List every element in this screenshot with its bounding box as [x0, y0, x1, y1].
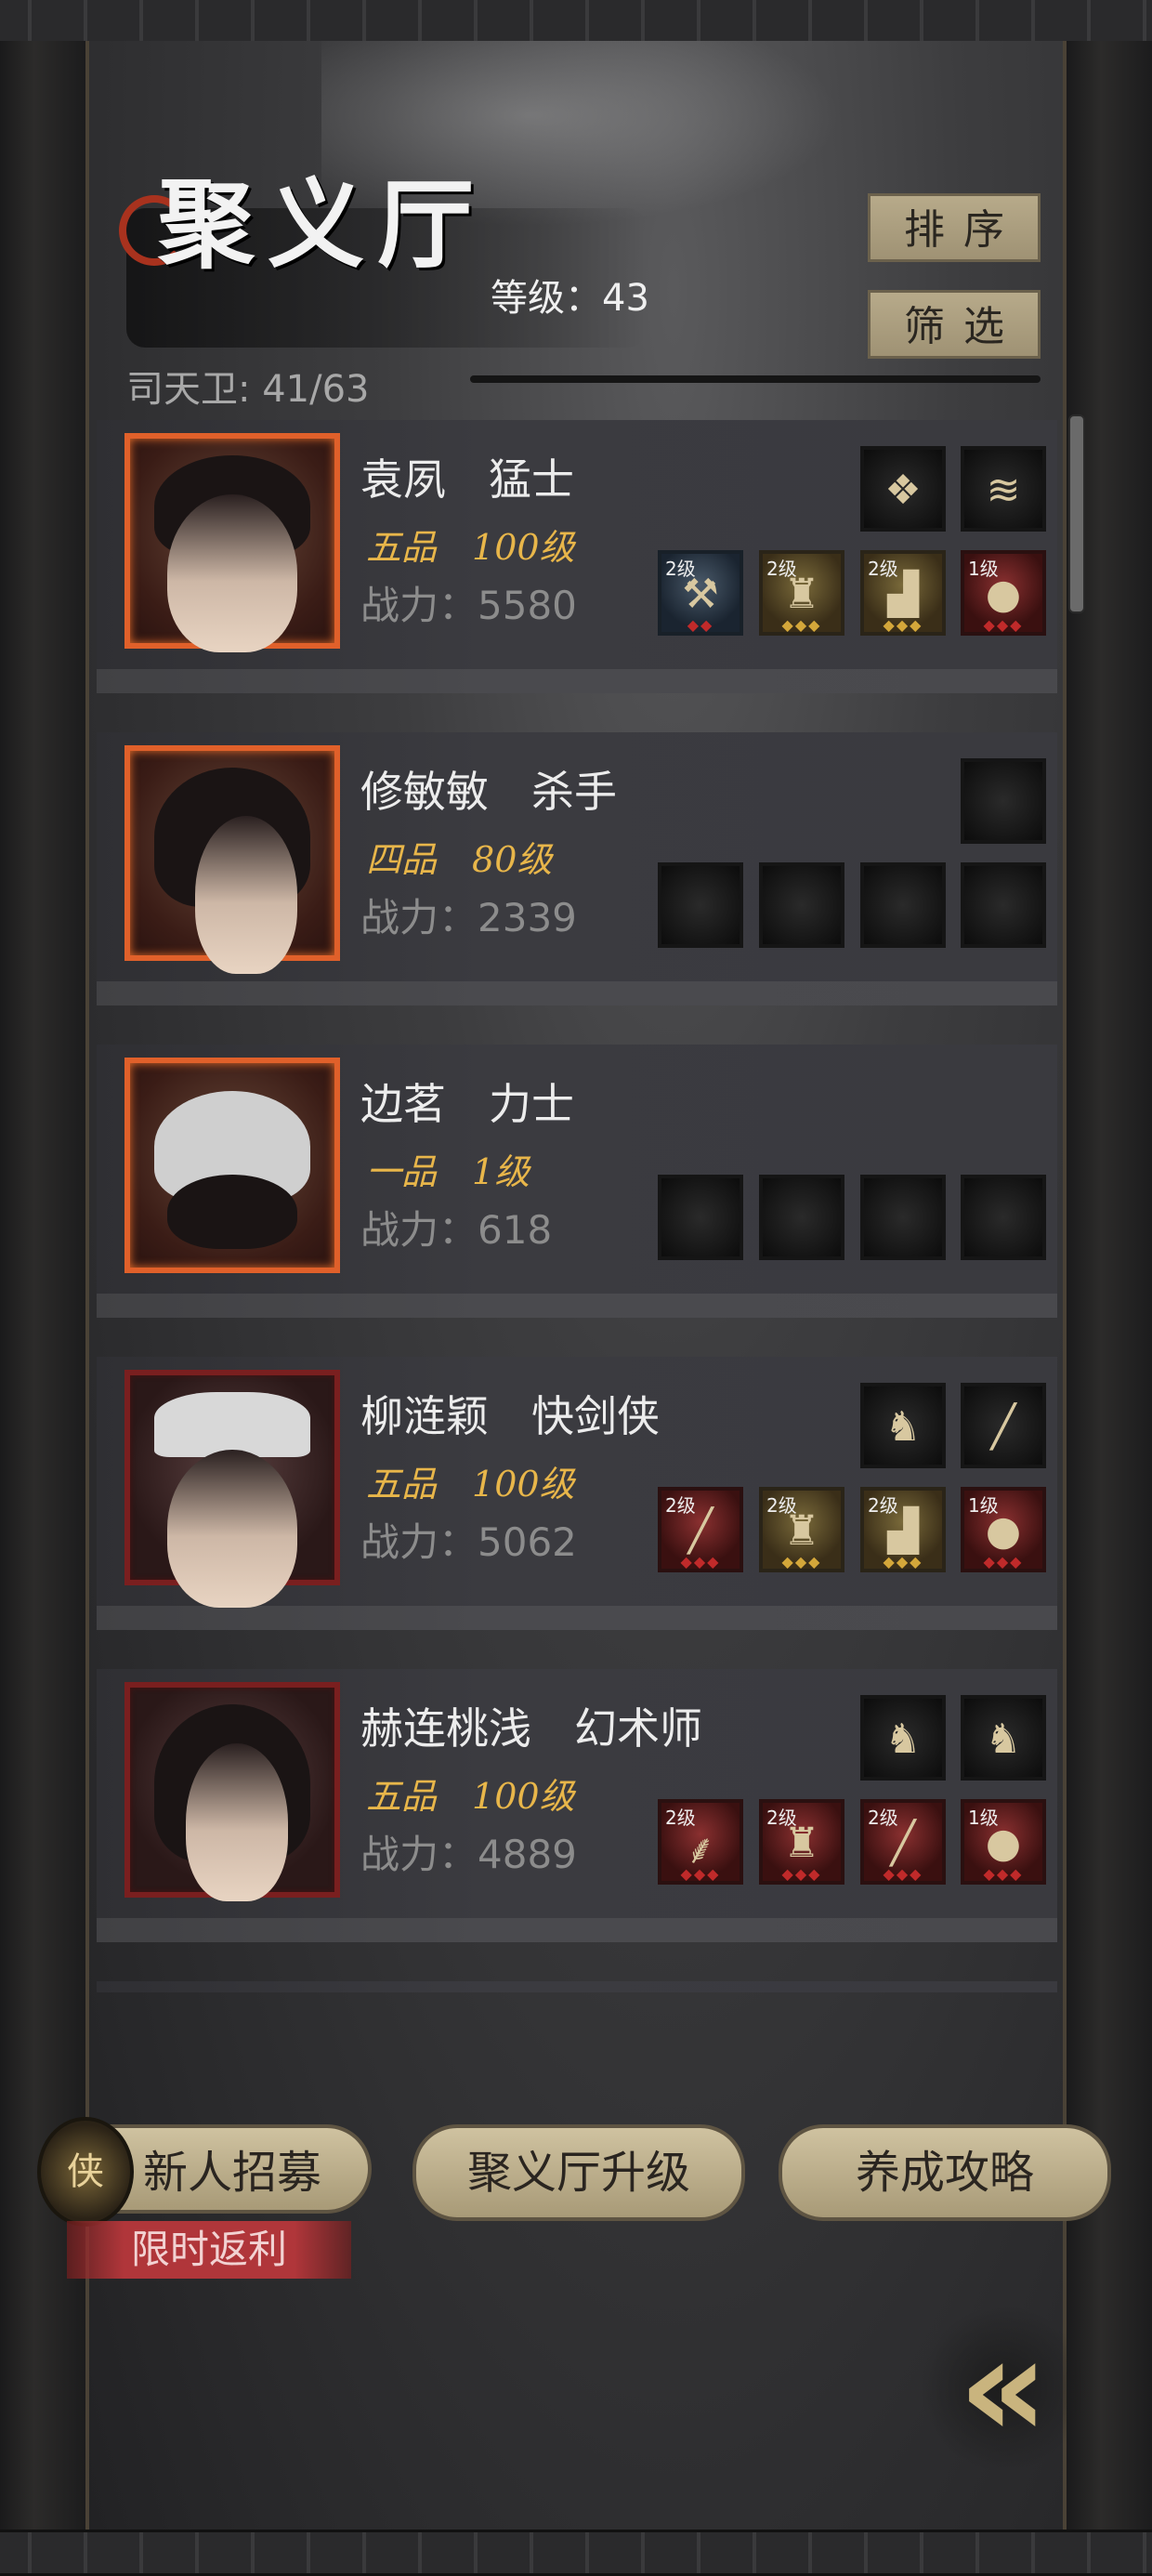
character-power: 战力：5580 — [360, 583, 577, 628]
hall-upgrade-button[interactable]: 聚义厅升级 — [412, 2124, 745, 2221]
empty-gear-slot[interactable] — [759, 1175, 844, 1260]
character-class: 力士 — [489, 1079, 574, 1129]
character-portrait — [124, 745, 340, 974]
character-card[interactable]: 袁夙 猛士 五品 100级 战力：5580 ❖ ≋ 2级 ⚒ ◆◆ 2级 ♜ ◆◆◆ 2… — [97, 420, 1057, 693]
character-portrait — [124, 1682, 340, 1901]
empty-gear-slot[interactable] — [658, 1175, 743, 1260]
rabbit-icon[interactable]: ♞ — [860, 1383, 946, 1468]
character-card-partial — [97, 1981, 1057, 1992]
armor-icon[interactable]: 2级 ♜ ◆◆◆ — [759, 1487, 844, 1572]
character-name: 赫连桃浅 — [360, 1703, 531, 1754]
limited-offer-tag[interactable]: 限时返利 — [67, 2221, 351, 2279]
hall-level: 等级：43 — [491, 277, 649, 320]
boots-icon[interactable]: 2级 ▟ ◆◆◆ — [860, 550, 946, 636]
recruit-badge-icon[interactable]: 侠 — [37, 2117, 134, 2227]
sword-icon[interactable]: 2级 ╱ ◆◆◆ — [658, 1487, 743, 1572]
character-name: 修敏敏 — [360, 767, 489, 817]
pouch-icon[interactable]: 1级 ● ◆◆◆ — [961, 1487, 1046, 1572]
empty-gear-slot[interactable] — [860, 1175, 946, 1260]
empty-gear-slot[interactable] — [759, 862, 844, 948]
top-border — [0, 0, 1152, 44]
filter-button[interactable]: 筛选 — [868, 290, 1041, 359]
staff-icon[interactable]: 2级 ╱ ◆◆◆ — [860, 1799, 946, 1885]
character-name: 柳涟颖 — [360, 1391, 489, 1441]
character-power: 战力：5062 — [360, 1519, 577, 1565]
character-portrait — [124, 433, 340, 652]
rabbit-icon[interactable]: ♞ — [860, 1695, 946, 1781]
sort-button[interactable]: 排序 — [868, 193, 1041, 262]
character-level: 80级 — [472, 839, 553, 880]
character-rank: 五品 — [366, 1464, 438, 1505]
pouch-icon[interactable]: 1级 ● ◆◆◆ — [961, 1799, 1046, 1885]
character-power: 战力：4889 — [360, 1832, 577, 1877]
character-class: 快剑侠 — [531, 1391, 660, 1441]
hammer-icon[interactable]: 2级 ⚒ ◆◆ — [658, 550, 743, 636]
character-name: 袁夙 — [360, 454, 446, 505]
empty-gear-slot[interactable] — [860, 862, 946, 948]
page-title: 聚义厅 — [158, 167, 488, 282]
character-level: 100级 — [472, 527, 575, 568]
character-card[interactable]: 柳涟颖 快剑侠 五品 100级 战力：5062 ♞ ╱ 2级 ╱ ◆◆◆ 2级 ♜ ◆◆… — [97, 1357, 1057, 1630]
character-rank: 五品 — [366, 1776, 438, 1817]
character-portrait — [124, 1370, 340, 1608]
character-card[interactable]: 修敏敏 杀手 四品 80级 战力：2339 — [97, 732, 1057, 1005]
character-power: 战力：618 — [360, 1207, 553, 1253]
armor-icon[interactable]: 2级 ♜ ◆◆◆ — [759, 550, 844, 636]
character-card[interactable]: 赫连桃浅 幻术师 五品 100级 战力：4889 ♞ ♞ 2级 ⸙ ◆◆◆ 2级 ♜ ◆… — [97, 1669, 1057, 1942]
bottom-border — [0, 2530, 1152, 2576]
hook-icon[interactable]: 2级 ⸙ ◆◆◆ — [658, 1799, 743, 1885]
empty-gear-slot[interactable] — [961, 1175, 1046, 1260]
character-power: 战力：2339 — [360, 895, 577, 940]
character-rank: 一品 — [366, 1151, 438, 1192]
character-level: 100级 — [472, 1464, 575, 1505]
character-class: 杀手 — [531, 767, 617, 817]
rabbit-icon[interactable]: ♞ — [961, 1695, 1046, 1781]
empty-accessory-slot[interactable] — [961, 758, 1046, 844]
character-name: 边茗 — [360, 1079, 446, 1129]
title-divider — [470, 375, 1041, 383]
character-class: 猛士 — [489, 454, 574, 505]
guide-button[interactable]: 养成攻略 — [779, 2124, 1111, 2221]
character-card[interactable]: 边茗 力士 一品 1级 战力：618 — [97, 1045, 1057, 1318]
character-portrait — [124, 1058, 340, 1273]
back-arrow-icon[interactable]: « — [920, 2305, 1087, 2472]
character-rank: 四品 — [366, 839, 438, 880]
comb-icon[interactable]: ≋ — [961, 446, 1046, 532]
roster-count: 司天卫: 41/63 — [126, 368, 370, 411]
boots-icon[interactable]: 2级 ▟ ◆◆◆ — [860, 1487, 946, 1572]
character-level: 100级 — [472, 1776, 575, 1817]
robe-icon[interactable]: 2级 ♜ ◆◆◆ — [759, 1799, 844, 1885]
empty-gear-slot[interactable] — [658, 862, 743, 948]
character-level: 1级 — [472, 1151, 530, 1192]
pouch-icon[interactable]: 1级 ● ◆◆◆ — [961, 550, 1046, 636]
needle-icon[interactable]: ╱ — [961, 1383, 1046, 1468]
character-class: 幻术师 — [574, 1703, 702, 1754]
empty-gear-slot[interactable] — [961, 862, 1046, 948]
list-scrollbar[interactable] — [1068, 414, 1085, 613]
character-rank: 五品 — [366, 527, 438, 568]
ornament-icon[interactable]: ❖ — [860, 446, 946, 532]
